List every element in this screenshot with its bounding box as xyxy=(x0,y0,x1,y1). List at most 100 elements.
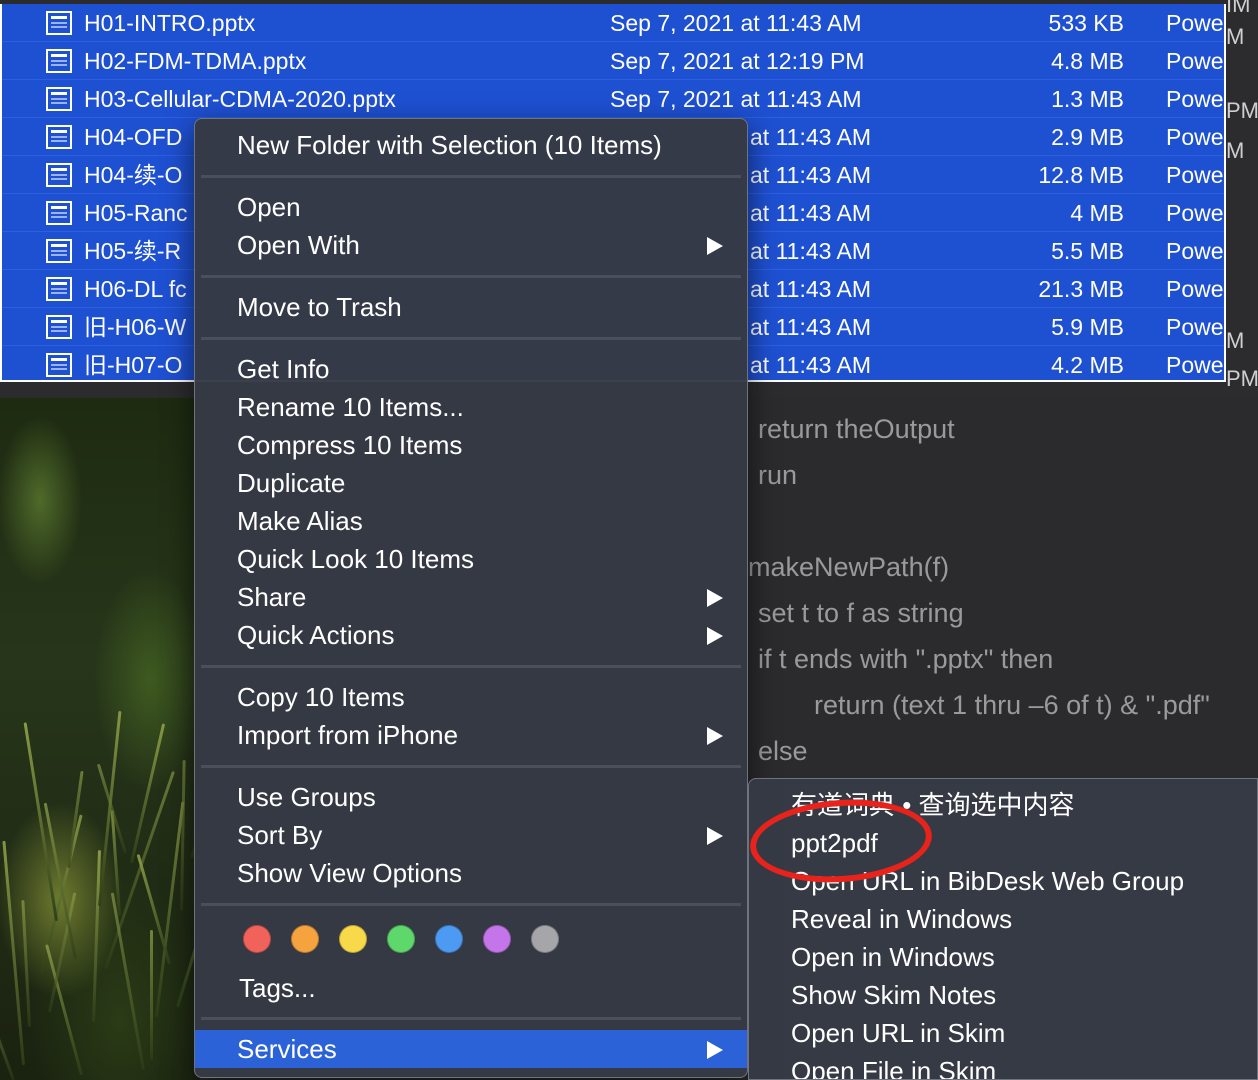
service-item-open-file-in-skim[interactable]: Open File in Skim xyxy=(749,1052,1257,1080)
pptx-file-icon xyxy=(46,87,72,111)
file-name: 旧-H06-W xyxy=(84,314,187,340)
menu-item-tags[interactable]: Tags... xyxy=(195,969,747,1007)
service-item-open-in-windows[interactable]: Open in Windows xyxy=(749,938,1257,976)
menu-item-label: Show View Options xyxy=(237,858,462,888)
tag-yellow-dot[interactable] xyxy=(339,925,367,953)
menu-item-label: Make Alias xyxy=(237,506,363,536)
tag-orange-dot[interactable] xyxy=(291,925,319,953)
file-kind: Powe xyxy=(1166,200,1224,226)
grass-blade xyxy=(150,930,153,1060)
submenu-arrow-icon xyxy=(707,727,723,745)
file-kind: Powe xyxy=(1166,86,1224,112)
file-size: 5.5 MB xyxy=(1051,238,1124,264)
file-date: Sep 7, 2021 at 11:43 AM xyxy=(610,86,862,112)
menu-item-quick-look[interactable]: Quick Look 10 Items xyxy=(195,540,747,578)
desktop-wallpaper xyxy=(0,380,200,1080)
code-line: run xyxy=(758,460,798,490)
file-kind: Powe xyxy=(1166,10,1224,36)
menu-item-make-alias[interactable]: Make Alias xyxy=(195,502,747,540)
menu-item-compress[interactable]: Compress 10 Items xyxy=(195,426,747,464)
tag-purple-dot[interactable] xyxy=(483,925,511,953)
file-date: Sep 7, 2021 at 11:43 AM xyxy=(610,10,862,36)
menu-item-rename[interactable]: Rename 10 Items... xyxy=(195,388,747,426)
tag-gray-dot[interactable] xyxy=(531,925,559,953)
menu-item-quick-actions[interactable]: Quick Actions xyxy=(195,616,747,654)
menu-item-label: Duplicate xyxy=(237,468,346,498)
file-name: H06-DL fc xyxy=(84,276,187,302)
tag-green-dot[interactable] xyxy=(387,925,415,953)
tag-red-dot[interactable] xyxy=(243,925,271,953)
file-kind: Powe xyxy=(1166,162,1224,188)
menu-item-duplicate[interactable]: Duplicate xyxy=(195,464,747,502)
file-size: 5.9 MB xyxy=(1051,314,1124,340)
menu-item-open-with[interactable]: Open With xyxy=(195,226,747,264)
grass-blade xyxy=(21,900,31,1028)
file-name: H02-FDM-TDMA.pptx xyxy=(84,48,307,74)
menu-item-use-groups[interactable]: Use Groups xyxy=(195,778,747,816)
menu-item-label: Services xyxy=(237,1034,337,1064)
grass-blade xyxy=(0,994,15,1080)
service-item-label: Show Skim Notes xyxy=(791,980,997,1010)
menu-item-copy[interactable]: Copy 10 Items xyxy=(195,678,747,716)
clipped-text: M xyxy=(1226,328,1245,353)
clipped-text: PM xyxy=(1226,98,1258,123)
code-line: set t to f as string xyxy=(758,598,964,628)
file-size: 4.2 MB xyxy=(1051,352,1124,378)
submenu-arrow-icon xyxy=(707,827,723,845)
service-item-open-url-in-skim[interactable]: Open URL in Skim xyxy=(749,1014,1257,1052)
file-kind: Powe xyxy=(1166,48,1224,74)
service-item-label: Open in Windows xyxy=(791,942,995,972)
menu-item-sort-by[interactable]: Sort By xyxy=(195,816,747,854)
service-item-reveal-in-windows[interactable]: Reveal in Windows xyxy=(749,900,1257,938)
grass-blade xyxy=(180,759,186,912)
menu-item-import-from-iphone[interactable]: Import from iPhone xyxy=(195,716,747,754)
menu-item-open[interactable]: Open xyxy=(195,188,747,226)
menu-item-label: Tags... xyxy=(239,973,316,1003)
file-row[interactable]: H02-FDM-TDMA.pptx Sep 7, 2021 at 12:19 P… xyxy=(2,42,1224,80)
file-size: 21.3 MB xyxy=(1038,276,1124,302)
submenu-arrow-icon xyxy=(707,627,723,645)
file-name: 旧-H07-O xyxy=(84,352,183,378)
menu-item-label: Quick Look 10 Items xyxy=(237,544,474,574)
file-date: at 11:43 AM xyxy=(750,200,872,226)
file-date: Sep 7, 2021 at 12:19 PM xyxy=(610,48,865,74)
code-line: else xyxy=(758,736,808,766)
menu-item-new-folder-with-selection[interactable]: New Folder with Selection (10 Items) xyxy=(195,126,747,164)
menu-item-label: Copy 10 Items xyxy=(237,682,405,712)
file-kind: Powe xyxy=(1166,124,1224,150)
pptx-file-icon xyxy=(46,125,72,149)
menu-item-label: Rename 10 Items... xyxy=(237,392,464,422)
menu-item-services[interactable]: Services xyxy=(195,1030,747,1068)
clipped-text: M xyxy=(1226,24,1245,49)
menu-separator xyxy=(201,175,741,178)
pptx-file-icon xyxy=(46,277,72,301)
service-item-label: Open URL in Skim xyxy=(791,1018,1006,1048)
menu-item-label: Get Info xyxy=(237,354,330,384)
code-line: makeNewPath(f) xyxy=(748,552,950,582)
menu-item-share[interactable]: Share xyxy=(195,578,747,616)
menu-separator xyxy=(201,275,741,278)
file-size: 2.9 MB xyxy=(1051,124,1124,150)
pptx-file-icon xyxy=(46,315,72,339)
file-size: 4 MB xyxy=(1070,200,1124,226)
service-item-show-skim-notes[interactable]: Show Skim Notes xyxy=(749,976,1257,1014)
clipped-text: PM xyxy=(1226,366,1258,391)
menu-item-label: Quick Actions xyxy=(237,620,395,650)
file-size: 12.8 MB xyxy=(1038,162,1124,188)
pptx-file-icon xyxy=(46,49,72,73)
menu-item-get-info[interactable]: Get Info xyxy=(195,350,747,388)
service-item-label: Reveal in Windows xyxy=(791,904,1013,934)
tag-blue-dot[interactable] xyxy=(435,925,463,953)
file-row[interactable]: H01-INTRO.pptx Sep 7, 2021 at 11:43 AM 5… xyxy=(2,4,1224,42)
menu-item-label: Open xyxy=(237,192,301,222)
menu-item-show-view-options[interactable]: Show View Options xyxy=(195,854,747,892)
menu-item-move-to-trash[interactable]: Move to Trash xyxy=(195,288,747,326)
code-line: return (text 1 thru –6 of t) & ".pdf" xyxy=(814,690,1210,720)
clipped-text: IM xyxy=(1226,0,1251,17)
file-size: 1.3 MB xyxy=(1051,86,1124,112)
file-row[interactable]: H03-Cellular-CDMA-2020.pptx Sep 7, 2021 … xyxy=(2,80,1224,118)
code-line: return theOutput xyxy=(758,414,955,444)
service-item-label: Open File in Skim xyxy=(791,1056,997,1080)
grass-blade xyxy=(110,892,145,1071)
pptx-file-icon xyxy=(46,239,72,263)
